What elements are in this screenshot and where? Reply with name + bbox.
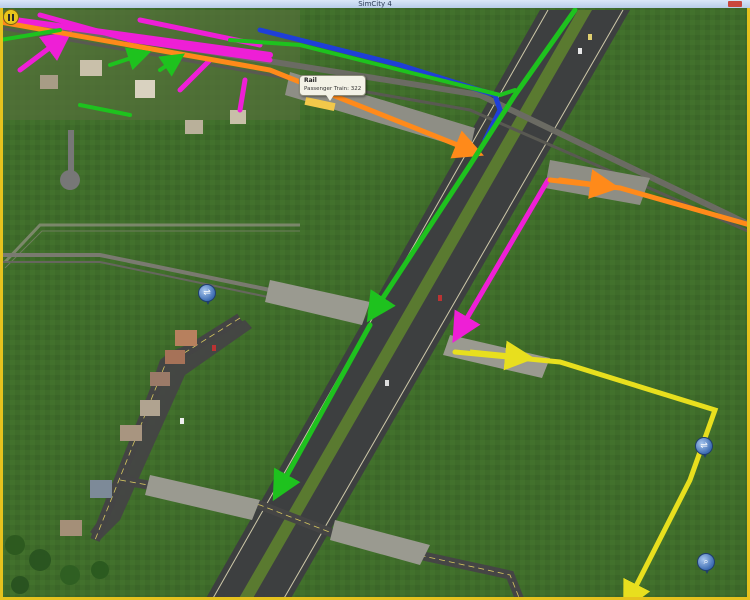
tooltip-title: Rail [304,77,317,84]
tooltip-pointer [326,95,334,101]
pause-icon[interactable] [3,9,19,25]
rail-tooltip: Rail Passenger Train: 322 [299,75,366,96]
window-title-bar[interactable]: SimCity 4 [0,0,750,8]
magnifier-icon[interactable]: ⌕ [697,553,715,574]
window-title: SimCity 4 [358,0,392,8]
train-icon[interactable]: ⇌ [695,437,713,458]
game-viewport[interactable]: SimCity 4 Rail Passenger Train: 322 ⇌ ⇌ … [0,0,750,600]
close-icon[interactable] [728,1,742,7]
tooltip-detail: Passenger Train: 322 [304,86,362,92]
car-icon[interactable]: ⇌ [198,284,216,305]
frame-border-left [0,8,3,600]
city-map[interactable] [0,0,750,600]
